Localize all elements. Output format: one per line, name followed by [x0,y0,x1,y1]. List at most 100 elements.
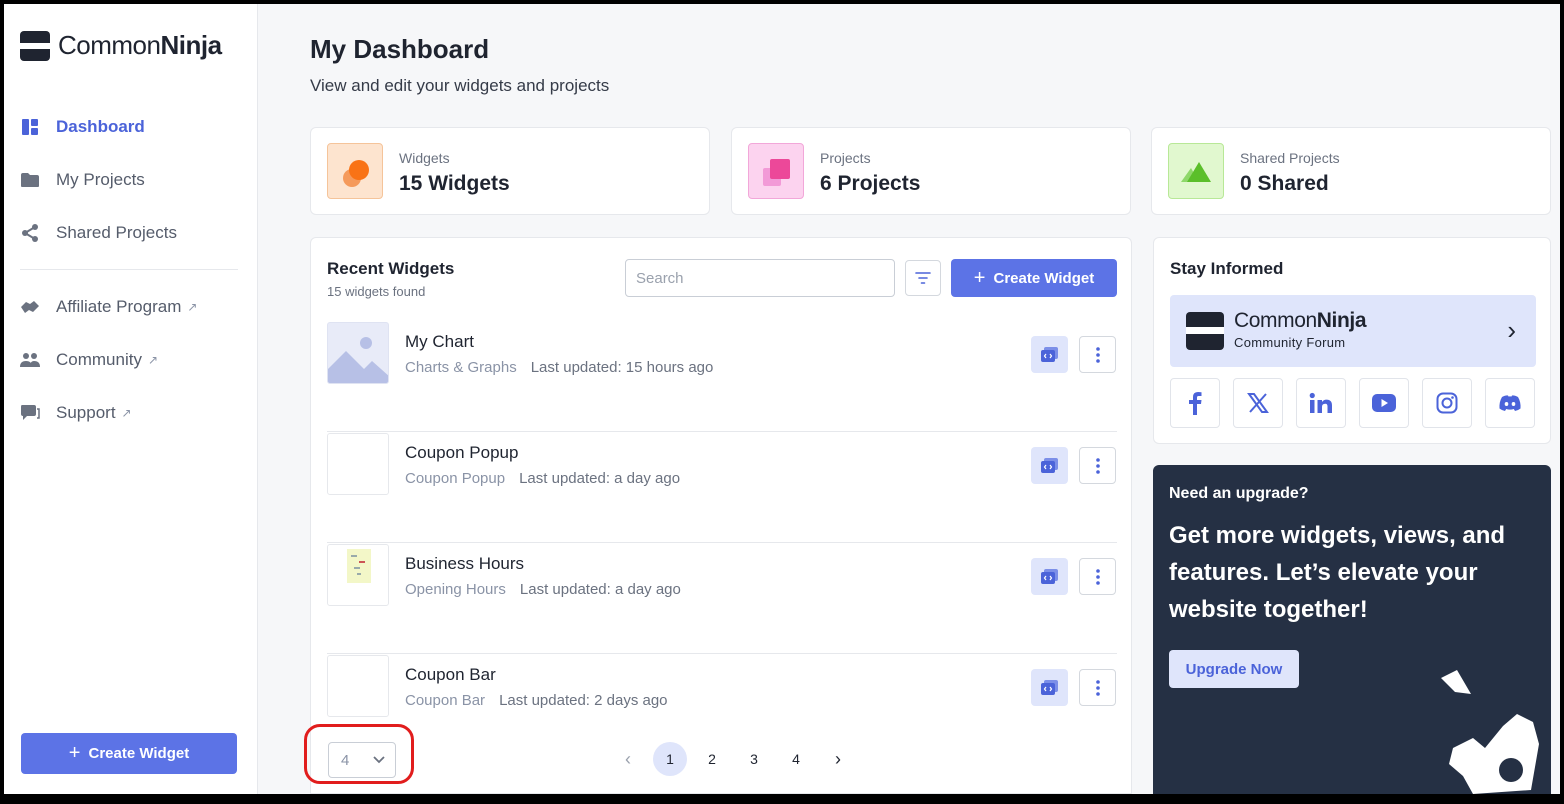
external-link-icon: ↗ [147,352,159,367]
handshake-icon [20,297,40,317]
more-options-button[interactable] [1079,447,1116,484]
sidebar-item-shared-projects[interactable]: Shared Projects [20,206,242,259]
create-widget-label: Create Widget [993,269,1095,287]
plus-icon: + [973,266,986,289]
stat-label: Widgets [399,150,450,166]
widget-row[interactable]: My Chart Charts & Graphs Last updated: 15… [327,322,1117,432]
more-options-button[interactable] [1079,336,1116,373]
stat-value: 0 Shared [1240,172,1329,195]
projects-stat-icon [748,143,804,199]
widget-updated: Last updated: a day ago [519,470,681,487]
community-forum-link[interactable]: CommonNinja Community Forum › [1170,295,1536,367]
embed-code-icon [1040,346,1058,362]
more-options-button[interactable] [1079,558,1116,595]
widget-row[interactable]: Coupon Popup Coupon Popup Last updated: a… [327,433,1117,543]
page-button-4[interactable]: 4 [779,742,813,776]
stay-informed-title: Stay Informed [1170,259,1284,278]
external-link-icon: ↗ [121,405,132,420]
upgrade-headline: Get more widgets, views, and features. L… [1169,522,1506,623]
next-page-button[interactable]: › [821,742,855,776]
filter-button[interactable] [905,260,941,296]
dashboard-icon [20,117,40,137]
sidebar-item-dashboard[interactable]: Dashboard [20,100,242,153]
prev-page-button[interactable]: ‹ [611,742,645,776]
image-placeholder-icon [327,322,389,384]
sidebar-item-community[interactable]: Community ↗ [20,333,242,386]
page-title: My Dashboard [310,34,490,64]
ninja-logo-icon [20,30,50,61]
annotation-highlight [304,724,414,784]
embed-code-button[interactable] [1031,336,1068,373]
widget-thumbnail [327,655,389,717]
sidebar-item-label: My Projects [56,169,145,189]
upgrade-kicker: Need an upgrade? [1169,485,1309,502]
more-options-button[interactable] [1079,669,1116,706]
widget-name[interactable]: My Chart [405,332,474,352]
sidebar-create-widget-button[interactable]: + Create Widget [21,733,237,774]
sidebar-divider [20,269,238,270]
kebab-menu-icon [1095,679,1100,696]
external-link-icon: ↗ [187,299,198,314]
pagination: ‹ 1 2 3 4 › [611,742,863,776]
embed-code-icon [1040,679,1058,695]
ninja-star-decoration-icon [1441,670,1539,794]
page-button-3[interactable]: 3 [737,742,771,776]
widget-row[interactable]: Business Hours Opening Hours Last updated… [327,544,1117,654]
sidebar-item-support[interactable]: Support ↗ [20,386,242,439]
widget-name[interactable]: Coupon Bar [405,665,496,685]
app-window: CommonNinja Dashboard My Projects Shared… [4,4,1560,794]
sidebar-item-affiliate-program[interactable]: Affiliate Program ↗ [20,280,242,333]
forum-brand-bold: Ninja [1316,309,1367,332]
stat-label: Shared Projects [1240,150,1340,166]
upgrade-panel: Need an upgrade? Get more widgets, views… [1153,465,1551,794]
stat-card-projects[interactable]: Projects 6 Projects [731,127,1131,215]
embed-code-button[interactable] [1031,558,1068,595]
upgrade-now-button[interactable]: Upgrade Now [1169,650,1299,688]
plus-icon: + [68,742,81,764]
widget-meta: Coupon Bar Last updated: 2 days ago [405,692,668,709]
discord-icon[interactable] [1485,378,1535,428]
facebook-icon[interactable] [1170,378,1220,428]
linkedin-icon[interactable] [1296,378,1346,428]
widget-meta: Opening Hours Last updated: a day ago [405,581,681,598]
search-input[interactable] [625,259,895,297]
widget-updated: Last updated: 2 days ago [499,692,668,709]
recent-widgets-title: Recent Widgets [327,259,455,278]
logo-text-bold: Ninja [160,30,222,60]
kebab-menu-icon [1095,568,1100,585]
forum-brand-light: Common [1234,309,1317,332]
chat-icon [20,403,40,423]
create-widget-button[interactable]: + Create Widget [951,259,1117,297]
stat-card-shared[interactable]: Shared Projects 0 Shared [1151,127,1551,215]
widget-name[interactable]: Business Hours [405,554,524,574]
recent-widgets-panel: Recent Widgets 15 widgets found + Create… [310,237,1132,794]
page-button-1[interactable]: 1 [653,742,687,776]
stat-value: 15 Widgets [399,172,510,195]
sidebar: CommonNinja Dashboard My Projects Shared… [4,4,258,794]
logo-text: CommonNinja [58,30,222,61]
chevron-right-icon: › [1507,315,1516,345]
sidebar-item-label: Dashboard [56,116,145,136]
logo[interactable]: CommonNinja [20,30,222,61]
widget-category: Coupon Bar [405,692,486,709]
embed-code-button[interactable] [1031,447,1068,484]
stat-label: Projects [820,150,871,166]
widget-meta: Charts & Graphs Last updated: 15 hours ag… [405,359,713,376]
sidebar-item-label: Community [56,349,142,369]
users-icon [20,350,40,370]
youtube-icon[interactable] [1359,378,1409,428]
widget-name[interactable]: Coupon Popup [405,443,518,463]
sidebar-item-label: Support [56,402,116,422]
share-icon [20,223,40,243]
sidebar-item-my-projects[interactable]: My Projects [20,153,242,206]
embed-code-button[interactable] [1031,669,1068,706]
page-button-2[interactable]: 2 [695,742,729,776]
widget-category: Opening Hours [405,581,506,598]
x-icon[interactable] [1233,378,1283,428]
filter-icon [915,272,931,284]
instagram-icon[interactable] [1422,378,1472,428]
widget-category: Charts & Graphs [405,359,517,376]
widget-thumbnail [327,544,389,606]
forum-brand: CommonNinja [1234,309,1367,333]
stat-card-widgets[interactable]: Widgets 15 Widgets [310,127,710,215]
